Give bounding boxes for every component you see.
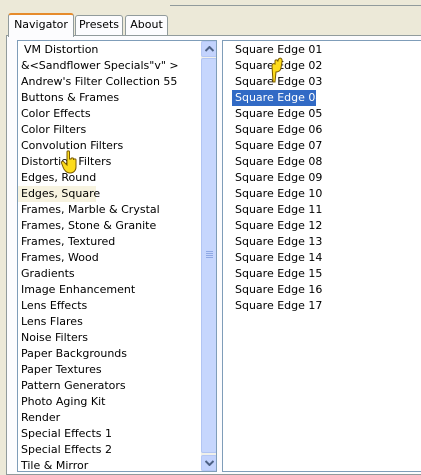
filter-item[interactable]: Square Edge 06 xyxy=(232,122,322,138)
scroll-down-button[interactable] xyxy=(201,455,216,471)
filter-item[interactable]: Square Edge 11 xyxy=(232,202,322,218)
filter-item[interactable]: Square Edge 16 xyxy=(232,282,322,298)
category-item[interactable]: Color Filters xyxy=(18,122,198,138)
category-item[interactable]: Paper Textures xyxy=(18,362,198,378)
category-item[interactable]: &<Sandflower Specials"v" > xyxy=(18,58,198,74)
category-item[interactable]: Lens Flares xyxy=(18,314,198,330)
tab-strip-edge xyxy=(170,0,421,6)
category-list[interactable]: VM Distortion &<Sandflower Specials"v" > A… xyxy=(17,40,217,472)
category-item[interactable]: Image Enhancement xyxy=(18,282,198,298)
filter-list[interactable]: Square Edge 01 Square Edge 02 Square Edge … xyxy=(222,40,421,472)
filter-item[interactable]: Square Edge 10 xyxy=(232,186,322,202)
category-item[interactable]: Color Effects xyxy=(18,106,198,122)
filter-item-selected[interactable]: Square Edge 04 xyxy=(232,90,322,106)
tab-navigator[interactable]: Navigator xyxy=(8,13,74,37)
category-item[interactable]: Special Effects 2 xyxy=(18,442,198,458)
filter-item[interactable]: Square Edge 14 xyxy=(232,250,322,266)
category-item[interactable]: Distortion Filters xyxy=(18,154,198,170)
category-item[interactable]: Buttons & Frames xyxy=(18,90,198,106)
tab-about[interactable]: About xyxy=(125,15,168,35)
tab-presets[interactable]: Presets xyxy=(75,15,123,35)
category-scrollbar[interactable] xyxy=(201,41,216,471)
filter-item[interactable]: Square Edge 15 xyxy=(232,266,322,282)
category-item[interactable]: Frames, Marble & Crystal xyxy=(18,202,198,218)
category-item[interactable]: Noise Filters xyxy=(18,330,198,346)
category-item[interactable]: Convolution Filters xyxy=(18,138,198,154)
category-item[interactable]: Frames, Stone & Granite xyxy=(18,218,198,234)
hand-pointer-icon xyxy=(271,57,283,83)
category-item[interactable]: Edges, Square xyxy=(18,186,100,202)
scroll-thumb[interactable] xyxy=(201,58,216,453)
navigator-panel: VM Distortion &<Sandflower Specials"v" > A… xyxy=(6,35,421,475)
filter-item[interactable]: Square Edge 08 xyxy=(232,154,322,170)
category-item[interactable]: Frames, Textured xyxy=(18,234,198,250)
category-item[interactable]: Render xyxy=(18,410,198,426)
category-item[interactable]: Gradients xyxy=(18,266,198,282)
filter-item[interactable]: Square Edge 12 xyxy=(232,218,322,234)
category-item[interactable]: Edges, Round xyxy=(18,170,198,186)
category-item[interactable]: Special Effects 1 xyxy=(18,426,198,442)
category-item[interactable]: Paper Backgrounds xyxy=(18,346,198,362)
filter-item[interactable]: Square Edge 07 xyxy=(232,138,322,154)
scroll-up-arrow-icon xyxy=(205,46,214,52)
category-item[interactable]: Tile & Mirror xyxy=(18,458,198,471)
category-item[interactable]: Andrew's Filter Collection 55 xyxy=(18,74,198,90)
category-item[interactable]: Photo Aging Kit xyxy=(18,394,198,410)
scroll-down-arrow-icon xyxy=(205,460,214,466)
category-item[interactable]: Frames, Wood xyxy=(18,250,198,266)
filter-item[interactable]: Square Edge 17 xyxy=(232,298,322,314)
category-item[interactable]: Lens Effects xyxy=(18,298,198,314)
filter-item[interactable]: Square Edge 13 xyxy=(232,234,322,250)
filter-item[interactable]: Square Edge 05 xyxy=(232,106,322,122)
category-item[interactable]: VM Distortion xyxy=(18,42,198,58)
filter-item[interactable]: Square Edge 09 xyxy=(232,170,322,186)
scroll-up-button[interactable] xyxy=(201,41,216,57)
category-item[interactable]: Pattern Generators xyxy=(18,378,198,394)
hand-pointer-icon xyxy=(60,150,77,174)
